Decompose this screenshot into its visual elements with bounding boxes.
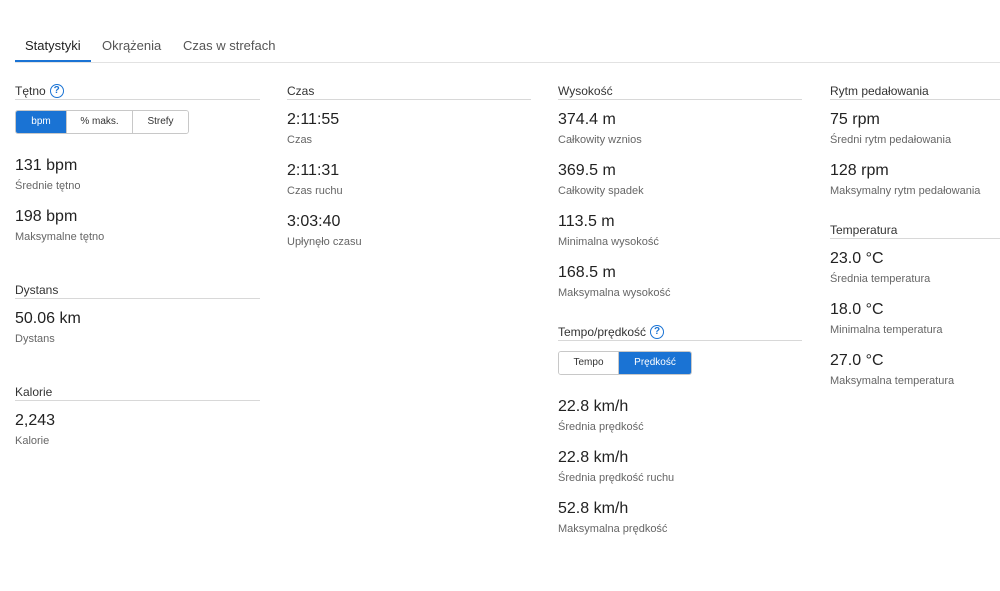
stat-max-temperature: 27.0 °C Maksymalna temperatura <box>830 351 1000 389</box>
stat-value: 50.06 km <box>15 310 81 327</box>
stat-avg-heart-rate: 131 bpm Średnie tętno <box>15 156 260 194</box>
stat-label: Czas <box>287 134 313 146</box>
stat-label: Maksymalna wysokość <box>558 287 671 299</box>
stat-value: 75 rpm <box>830 111 880 128</box>
stat-label: Maksymalna prędkość <box>558 523 668 535</box>
stat-value: 131 bpm <box>15 157 78 174</box>
elevation-header: Wysokość <box>558 82 802 100</box>
calories-title: Kalorie <box>15 384 53 399</box>
stat-label: Maksymalna temperatura <box>830 375 955 387</box>
tab-bar: Statystyki Okrążenia Czas w strefach <box>15 33 1000 63</box>
stat-label: Minimalna wysokość <box>558 236 659 248</box>
help-icon[interactable]: ? <box>650 324 665 339</box>
column-cadence-temperature: Rytm pedałowania 75 rpm Średni rytm peda… <box>830 82 1000 389</box>
stat-value: 27.0 °C <box>830 352 884 369</box>
stat-max-speed: 52.8 km/h Maksymalna prędkość <box>558 499 802 537</box>
cadence-title: Rytm pedałowania <box>830 83 929 98</box>
stat-value: 369.5 m <box>558 162 616 179</box>
stat-total-ascent: 374.4 m Całkowity wznios <box>558 110 802 148</box>
stat-label: Średni rytm pedałowania <box>830 134 952 146</box>
time-title: Czas <box>287 83 315 98</box>
temperature-title: Temperatura <box>830 222 898 237</box>
stat-max-elevation: 168.5 m Maksymalna wysokość <box>558 263 802 301</box>
stat-moving-time: 2:11:31 Czas ruchu <box>287 161 531 199</box>
tab-czas-w-strefach[interactable]: Czas w strefach <box>183 38 275 62</box>
stat-value: 22.8 km/h <box>558 398 629 415</box>
stat-value: 168.5 m <box>558 264 616 281</box>
stat-label: Kalorie <box>15 435 50 447</box>
time-header: Czas <box>287 82 531 100</box>
stat-value: 23.0 °C <box>830 250 884 267</box>
help-icon[interactable]: ? <box>49 83 64 98</box>
speed-mode-toggle: Tempo Prędkość <box>558 351 692 375</box>
stat-label: Czas ruchu <box>287 185 343 197</box>
stat-max-heart-rate: 198 bpm Maksymalne tętno <box>15 207 260 245</box>
toggle-speed[interactable]: Prędkość <box>619 352 691 374</box>
speed-header: Tempo/prędkość ? <box>558 323 802 341</box>
stat-value: 18.0 °C <box>830 301 884 318</box>
stat-avg-cadence: 75 rpm Średni rytm pedałowania <box>830 110 1000 148</box>
toggle-pace[interactable]: Tempo <box>559 352 619 374</box>
heart-rate-title: Tętno <box>15 83 46 98</box>
stat-time: 2:11:55 Czas <box>287 110 531 148</box>
stat-label: Maksymalne tętno <box>15 231 105 243</box>
column-elevation-speed: Wysokość 374.4 m Całkowity wznios 369.5 … <box>558 82 802 537</box>
stat-value: 3:03:40 <box>287 213 341 230</box>
toggle-zones[interactable]: Strefy <box>133 111 188 133</box>
stat-avg-moving-speed: 22.8 km/h Średnia prędkość ruchu <box>558 448 802 486</box>
column-heart-distance-calories: Tętno ? bpm % maks. Strefy 131 bpm Średn… <box>15 82 260 449</box>
stat-label: Maksymalny rytm pedałowania <box>830 185 981 197</box>
stat-min-temperature: 18.0 °C Minimalna temperatura <box>830 300 1000 338</box>
stat-value: 22.8 km/h <box>558 449 629 466</box>
tab-statystyki[interactable]: Statystyki <box>15 38 91 62</box>
stat-calories: 2,243 Kalorie <box>15 411 260 449</box>
stat-min-elevation: 113.5 m Minimalna wysokość <box>558 212 802 250</box>
column-time: Czas 2:11:55 Czas 2:11:31 Czas ruchu 3:0… <box>287 82 531 250</box>
distance-title: Dystans <box>15 282 59 297</box>
stat-label: Minimalna temperatura <box>830 324 943 336</box>
stat-total-descent: 369.5 m Całkowity spadek <box>558 161 802 199</box>
temperature-header: Temperatura <box>830 221 1000 239</box>
stat-value: 2,243 <box>15 412 56 429</box>
stat-label: Średnie tętno <box>15 180 81 192</box>
stat-value: 52.8 km/h <box>558 500 629 517</box>
heart-rate-header: Tętno ? <box>15 82 260 100</box>
stat-label: Dystans <box>15 333 55 345</box>
stat-label: Średnia temperatura <box>830 273 931 285</box>
tab-okrazenia[interactable]: Okrążenia <box>102 38 161 62</box>
toggle-percent-max[interactable]: % maks. <box>67 111 133 133</box>
stat-elapsed-time: 3:03:40 Upłynęło czasu <box>287 212 531 250</box>
stat-label: Średnia prędkość ruchu <box>558 472 675 484</box>
stat-value: 113.5 m <box>558 213 615 230</box>
stat-label: Całkowity spadek <box>558 185 644 197</box>
distance-header: Dystans <box>15 281 260 299</box>
heart-rate-unit-toggle: bpm % maks. Strefy <box>15 110 189 134</box>
elevation-title: Wysokość <box>558 83 613 98</box>
stat-value: 2:11:31 <box>287 162 340 179</box>
calories-header: Kalorie <box>15 383 260 401</box>
stat-max-cadence: 128 rpm Maksymalny rytm pedałowania <box>830 161 1000 199</box>
stat-avg-speed: 22.8 km/h Średnia prędkość <box>558 397 802 435</box>
stat-label: Średnia prędkość <box>558 421 644 433</box>
stat-label: Całkowity wznios <box>558 134 642 146</box>
speed-title: Tempo/prędkość <box>558 324 647 339</box>
stat-value: 374.4 m <box>558 111 616 128</box>
cadence-header: Rytm pedałowania <box>830 82 1000 100</box>
stat-value: 2:11:55 <box>287 111 340 128</box>
stat-label: Upłynęło czasu <box>287 236 362 248</box>
stat-distance: 50.06 km Dystans <box>15 309 260 347</box>
stat-value: 128 rpm <box>830 162 889 179</box>
toggle-bpm[interactable]: bpm <box>16 111 67 133</box>
stat-value: 198 bpm <box>15 208 78 225</box>
stat-avg-temperature: 23.0 °C Średnia temperatura <box>830 249 1000 287</box>
